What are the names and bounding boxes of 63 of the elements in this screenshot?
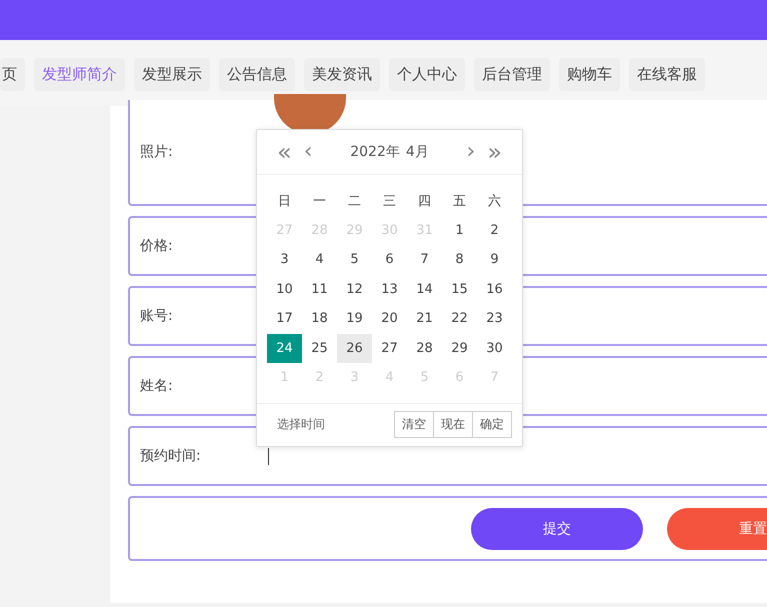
calendar-day[interactable]: 7 [407, 245, 442, 274]
nav-tab[interactable]: 页 [0, 58, 25, 91]
nav-tab[interactable]: 发型展示 [134, 58, 210, 91]
calendar-day[interactable]: 3 [267, 245, 302, 274]
calendar-day[interactable]: 26 [337, 334, 372, 363]
select-time-link[interactable]: 选择时间 [277, 416, 325, 433]
year-selector[interactable]: 2022年 [350, 143, 400, 161]
calendar-day[interactable]: 2 [477, 216, 512, 245]
calendar-day[interactable]: 12 [337, 274, 372, 304]
calendar-day[interactable]: 10 [267, 274, 302, 304]
submit-button[interactable]: 提交 [471, 508, 643, 550]
nav-tab[interactable]: 个人中心 [389, 58, 465, 91]
field-label: 照片: [139, 143, 174, 161]
calendar-day[interactable]: 17 [267, 304, 302, 334]
nav-tab[interactable]: 美发资讯 [304, 58, 380, 91]
weekday-label: 四 [417, 192, 432, 211]
calendar-day[interactable]: 20 [372, 304, 407, 334]
calendar-day[interactable]: 24 [267, 334, 302, 363]
weekday-label: 一 [312, 192, 327, 211]
calendar-day[interactable]: 29 [442, 334, 477, 363]
weekday-label: 五 [452, 192, 467, 211]
calendar-day[interactable]: 22 [442, 304, 477, 334]
calendar-day[interactable]: 1 [442, 216, 477, 245]
field-label: 姓名: [139, 377, 174, 395]
next-year-button[interactable]: » [481, 140, 508, 164]
weekday-label: 三 [382, 192, 397, 211]
nav-tab[interactable]: 在线客服 [629, 58, 705, 91]
calendar-day[interactable]: 27 [372, 334, 407, 363]
calendar-day[interactable]: 30 [477, 334, 512, 363]
calendar-day[interactable]: 9 [477, 245, 512, 274]
nav-tab[interactable]: 后台管理 [474, 58, 550, 91]
field-label: 价格: [139, 237, 174, 255]
nav-tab[interactable]: 购物车 [559, 58, 620, 91]
month-selector[interactable]: 4月 [406, 143, 429, 161]
text-cursor [268, 448, 269, 464]
nav-tab[interactable]: 发型师简介 [34, 58, 125, 91]
calendar-day[interactable]: 13 [372, 274, 407, 304]
calendar-day[interactable]: 14 [407, 274, 442, 304]
weekday-label: 日 [277, 192, 292, 211]
picker-button[interactable]: 确定 [472, 411, 512, 438]
prev-month-button[interactable]: ‹ [298, 141, 318, 163]
calendar-day[interactable]: 21 [407, 304, 442, 334]
calendar-day[interactable]: 11 [302, 274, 337, 304]
calendar-day[interactable]: 25 [302, 334, 337, 363]
nav-tab[interactable]: 公告信息 [219, 58, 295, 91]
prev-year-button[interactable]: « [271, 140, 298, 164]
calendar-day[interactable]: 19 [337, 304, 372, 334]
calendar-day[interactable]: 18 [302, 304, 337, 334]
weekday-label: 六 [487, 192, 502, 211]
calendar-day[interactable]: 28 [407, 334, 442, 363]
field-label: 账号: [139, 307, 174, 325]
calendar-day[interactable]: 4 [302, 245, 337, 274]
calendar-day[interactable]: 8 [442, 245, 477, 274]
next-month-button[interactable]: › [460, 141, 482, 163]
field-label: 预约时间: [139, 447, 202, 465]
picker-button[interactable]: 现在 [433, 411, 473, 438]
picker-button[interactable]: 清空 [394, 411, 434, 438]
calendar-day[interactable]: 16 [477, 274, 512, 304]
calendar-day[interactable]: 6 [372, 245, 407, 274]
calendar-day[interactable]: 5 [337, 245, 372, 274]
calendar-day[interactable]: 15 [442, 274, 477, 304]
calendar-day[interactable]: 23 [477, 304, 512, 334]
weekday-label: 二 [347, 192, 362, 211]
